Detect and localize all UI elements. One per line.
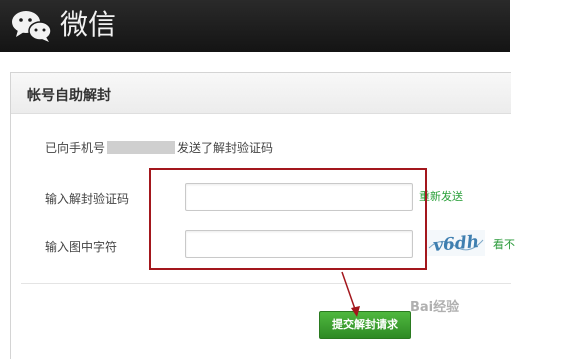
masked-phone-number — [107, 141, 176, 154]
watermark: Bai经验 — [410, 300, 460, 315]
panel-title: 帐号自助解封 — [27, 88, 111, 104]
app-title: 微信 — [60, 8, 117, 41]
cant-see-link[interactable]: 看不 — [493, 236, 515, 252]
app-header: 微信 — [0, 0, 510, 52]
captcha-text: v6dh — [432, 232, 480, 256]
highlight-box — [149, 168, 427, 270]
wechat-logo-icon — [12, 11, 52, 42]
code-label: 输入解封验证码 — [45, 192, 130, 206]
sms-sent-notice: 已向手机号 发送了解封验证码 — [45, 139, 273, 156]
annotation-arrow-icon — [341, 271, 360, 317]
captcha-label: 输入图中字符 — [45, 240, 118, 254]
panel-header: 帐号自助解封 — [11, 73, 511, 114]
notice-prefix: 已向手机号 — [45, 141, 106, 155]
notice-suffix: 发送了解封验证码 — [177, 141, 274, 155]
form-divider — [21, 283, 511, 284]
captcha-image[interactable]: v6dh — [427, 230, 485, 256]
